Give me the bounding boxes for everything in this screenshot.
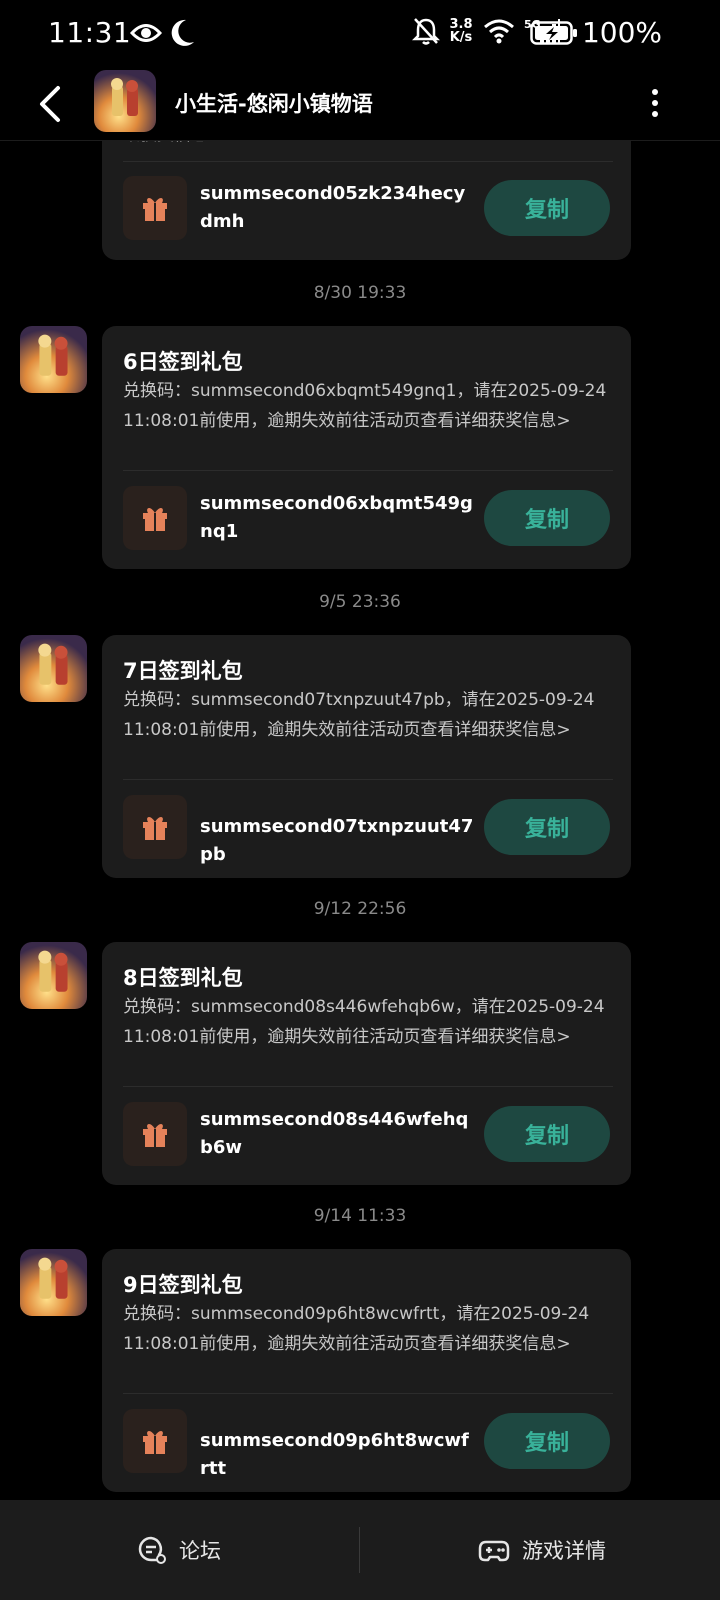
- card-divider: [123, 1086, 613, 1087]
- gift-icon: [143, 508, 167, 531]
- forum-chat-icon: [138, 1536, 166, 1564]
- battery-group: 100%: [530, 16, 662, 49]
- card-divider: [123, 161, 613, 162]
- card-body[interactable]: 兑换码：summsecond09p6ht8wcwfrtt，请在2025-09-2…: [123, 1299, 618, 1359]
- card-title: 6日签到礼包: [123, 350, 243, 374]
- gift-card: 6日签到礼包 兑换码：summsecond06xbqmt549gnq1，请在20…: [102, 326, 631, 569]
- game-avatar[interactable]: [94, 70, 156, 132]
- battery-percentage: 100%: [581, 16, 662, 49]
- gift-icon: [143, 817, 167, 840]
- gift-card: 8日签到礼包 兑换码：summsecond08s446wfehqb6w，请在20…: [102, 942, 631, 1185]
- gift-icon-box: [123, 1102, 187, 1166]
- game-details-button[interactable]: 游戏详情: [478, 1530, 606, 1570]
- copy-button[interactable]: 复制: [484, 490, 610, 546]
- card-divider: [123, 1393, 613, 1394]
- speed-unit: K/s: [449, 30, 473, 45]
- gamepad-icon: [478, 1540, 510, 1562]
- more-options-icon[interactable]: [640, 88, 670, 118]
- gift-card: 9日签到礼包 兑换码：summsecond09p6ht8wcwfrtt，请在20…: [102, 1249, 631, 1492]
- game-art-icon: [20, 326, 87, 393]
- status-bar: 11:31 3.8 K/s 5G 100%: [0, 0, 720, 70]
- message-feed[interactable]: 细获奖信息> summsecond05zk234hecydmh 复制 8/30 …: [0, 140, 720, 1500]
- gift-icon-box: [123, 176, 187, 240]
- mute-bell-icon: [412, 18, 440, 45]
- game-art-icon: [20, 942, 87, 1009]
- bottom-bar-divider: [359, 1527, 360, 1573]
- card-title: 9日签到礼包: [123, 1273, 243, 1297]
- copy-button[interactable]: 复制: [484, 799, 610, 855]
- redeem-code: summsecond08s446wfehqb6w: [200, 1109, 469, 1158]
- gift-card-partial: 细获奖信息> summsecond05zk234hecydmh 复制: [102, 140, 631, 260]
- gift-icon-box: [123, 486, 187, 550]
- bottom-bar: 论坛 游戏详情: [0, 1500, 720, 1600]
- wifi-icon: [484, 19, 514, 44]
- back-arrow-icon[interactable]: [30, 84, 70, 124]
- copy-button[interactable]: 复制: [484, 1413, 610, 1469]
- message-timestamp: 9/12 22:56: [313, 899, 407, 919]
- card-title: 8日签到礼包: [123, 966, 243, 990]
- game-art-icon: [20, 1249, 87, 1316]
- sender-avatar[interactable]: [20, 942, 87, 1009]
- gift-icon-box: [123, 795, 187, 859]
- card-title: 7日签到礼包: [123, 659, 243, 683]
- card-divider: [123, 779, 613, 780]
- sender-avatar[interactable]: [20, 635, 87, 702]
- gift-card: 7日签到礼包 兑换码：summsecond07txnpzuut47pb，请在20…: [102, 635, 631, 878]
- redeem-code: summsecond05zk234hecydmh: [200, 183, 466, 232]
- sender-avatar[interactable]: [20, 326, 87, 393]
- chat-header: 小生活-悠闲小镇物语: [0, 70, 720, 141]
- gift-icon: [143, 1431, 167, 1454]
- game-art-icon: [94, 70, 156, 132]
- chat-title: 小生活-悠闲小镇物语: [175, 92, 373, 116]
- redeem-code: summsecond09p6ht8wcwfrtt: [200, 1430, 469, 1479]
- battery-icon: [530, 20, 577, 45]
- gift-icon: [143, 1124, 167, 1147]
- network-speed: 3.8 K/s: [448, 18, 474, 44]
- copy-button[interactable]: 复制: [484, 180, 610, 236]
- sender-avatar[interactable]: [20, 1249, 87, 1316]
- gift-icon-box: [123, 1409, 187, 1473]
- message-timestamp: 8/30 19:33: [313, 283, 407, 303]
- message-timestamp: 9/5 23:36: [319, 592, 401, 612]
- card-divider: [123, 470, 613, 471]
- gift-icon: [143, 198, 167, 221]
- redeem-code: summsecond07txnpzuut47pb: [200, 816, 474, 865]
- card-body[interactable]: 细获奖信息>: [123, 140, 618, 150]
- card-body[interactable]: 兑换码：summsecond08s446wfehqb6w，请在2025-09-2…: [123, 992, 618, 1052]
- forum-label: 论坛: [179, 1539, 221, 1563]
- message-timestamp: 9/14 11:33: [313, 1206, 407, 1226]
- status-time: 11:31: [48, 16, 132, 49]
- moon-icon: [171, 19, 194, 46]
- copy-button[interactable]: 复制: [484, 1106, 610, 1162]
- eye-icon: [130, 24, 162, 42]
- forum-button[interactable]: 论坛: [137, 1530, 221, 1570]
- card-body[interactable]: 兑换码：summsecond06xbqmt549gnq1，请在2025-09-2…: [123, 376, 618, 436]
- game-details-label: 游戏详情: [522, 1539, 606, 1563]
- card-body[interactable]: 兑换码：summsecond07txnpzuut47pb，请在2025-09-2…: [123, 685, 618, 745]
- game-art-icon: [20, 635, 87, 702]
- redeem-code: summsecond06xbqmt549gnq1: [200, 493, 473, 542]
